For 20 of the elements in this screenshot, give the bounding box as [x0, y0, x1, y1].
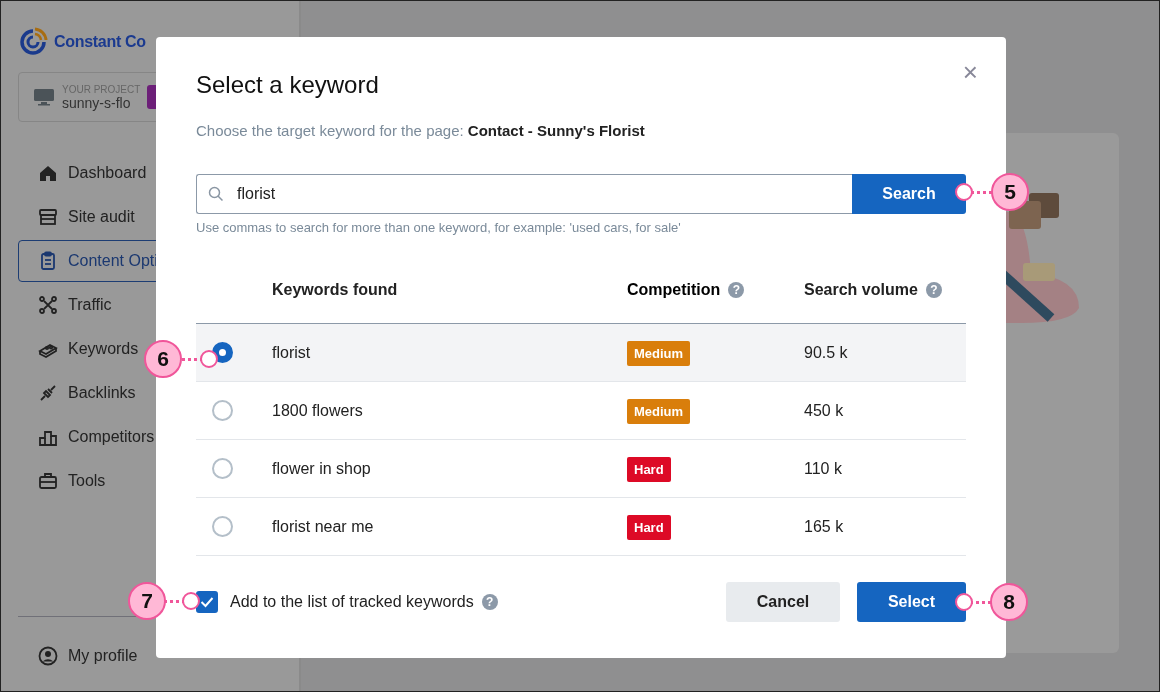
volume-text: 450 k: [804, 401, 844, 419]
checkbox-label: Add to the list of tracked keywords: [230, 593, 474, 611]
keyword-text: flower in shop: [272, 459, 371, 477]
keyword-text: florist near me: [272, 517, 374, 535]
column-header: Competition: [627, 281, 721, 299]
search-hint: Use commas to search for more than one keyword, for example: 'used cars, for sale': [196, 220, 682, 235]
project-name: sunny-s-flo: [62, 94, 132, 111]
keyword-text: 1800 flowers: [272, 401, 363, 419]
competition-tag: Hard: [627, 514, 671, 540]
volume-text: 90.5 k: [804, 343, 848, 361]
keyword-text: florist: [272, 343, 311, 361]
volume-text: 110 k: [804, 459, 842, 477]
competition-tag: Medium: [627, 398, 691, 424]
competition-tag: Hard: [627, 456, 671, 482]
competition-tag: Medium: [627, 340, 691, 366]
dialog-subtitle: Choose the target keyword for the page: Contact - Sunny's Florist: [196, 122, 646, 139]
column-header: Search volume: [804, 281, 918, 299]
volume-text: 165 k: [804, 517, 844, 535]
column-header: Keywords found: [272, 281, 398, 299]
brand-name: Constant Co: [54, 33, 146, 51]
